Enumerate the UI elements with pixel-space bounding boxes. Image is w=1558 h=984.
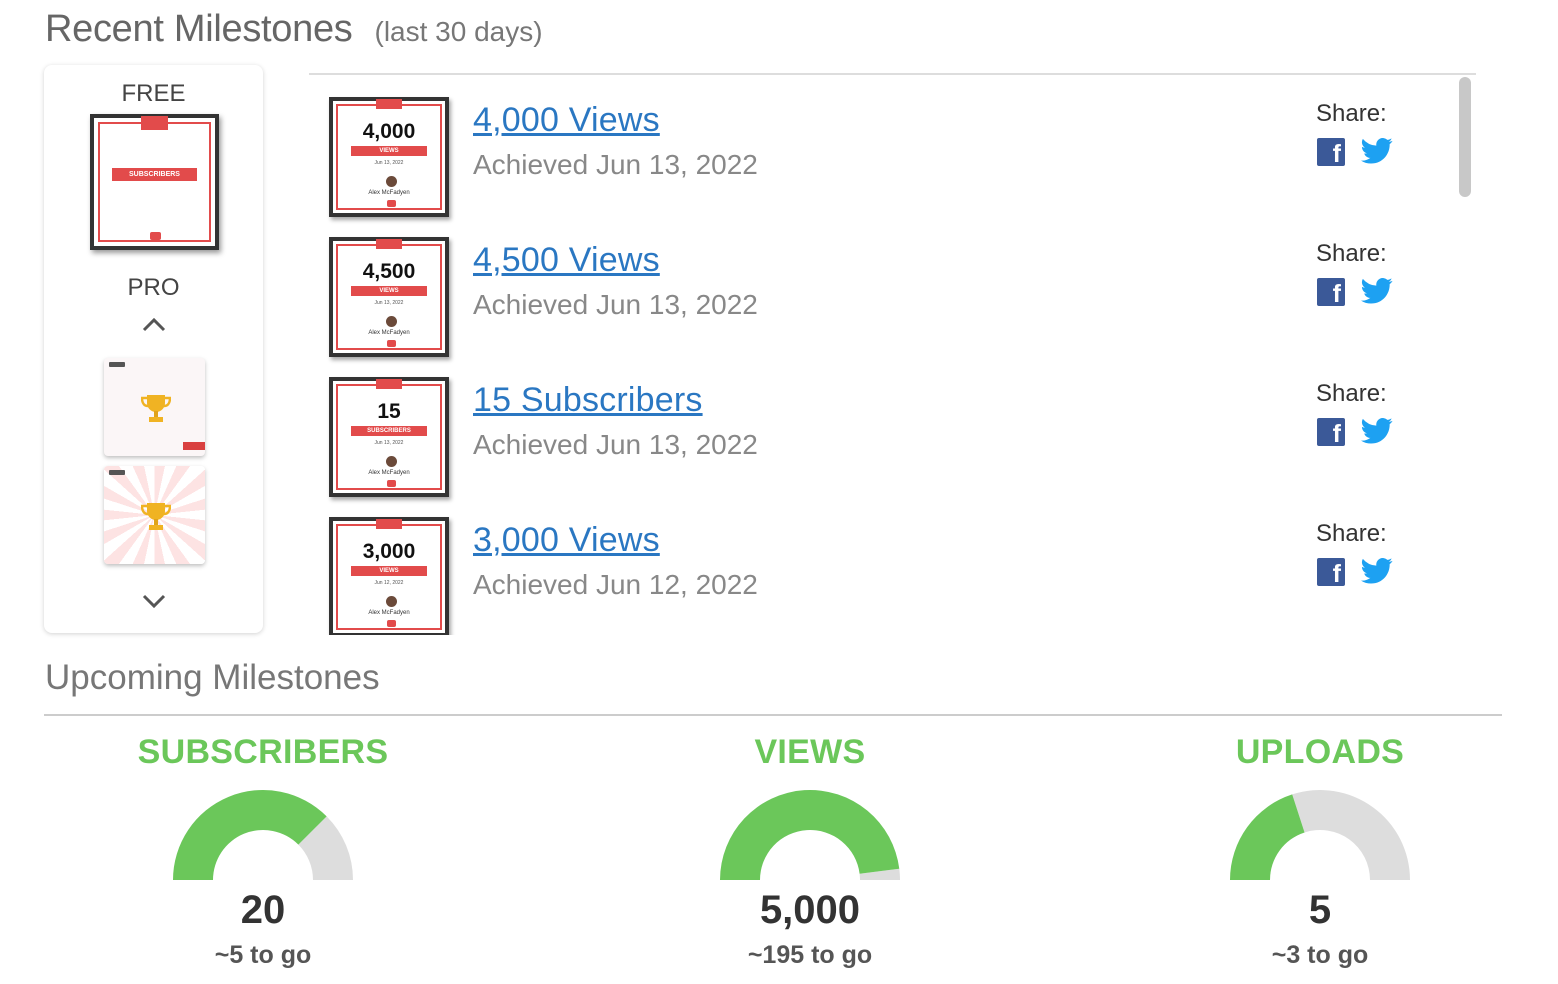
gauge-remaining: ~3 to go	[1271, 941, 1369, 969]
twitter-icon[interactable]	[1361, 277, 1393, 305]
badge-frame	[98, 122, 211, 242]
recent-milestones-header: Recent Milestones (last 30 days)	[45, 8, 543, 51]
gauge-label: SUBSCRIBERS	[137, 733, 389, 771]
gauge-progress-arc	[720, 789, 900, 880]
share-label: Share:	[1316, 100, 1387, 127]
youtube-icon	[150, 232, 161, 240]
milestone-achieved-date: Achieved Jun 13, 2022	[473, 429, 758, 460]
gauge-label: VIEWS	[754, 733, 866, 771]
list-scrollbar[interactable]	[1459, 77, 1471, 197]
gauge-dial	[173, 790, 353, 880]
youtube-icon	[387, 340, 396, 347]
recent-milestones-subtitle: (last 30 days)	[374, 16, 543, 47]
facebook-icon[interactable]: f	[1317, 138, 1345, 166]
milestone-title-link[interactable]: 3,000 Views	[473, 521, 660, 560]
milestone-row: 4,500 VIEWS Jun 13, 2022 Alex McFadyen 4…	[309, 215, 1476, 357]
trophy-icon	[140, 501, 172, 540]
milestone-badge-image[interactable]: 3,000 VIEWS Jun 12, 2022 Alex McFadyen	[329, 517, 449, 635]
recent-milestone-list: 4,000 VIEWS Jun 13, 2022 Alex McFadyen 4…	[309, 73, 1476, 635]
badge-top-flag	[141, 116, 168, 130]
badge-band: VIEWS	[351, 146, 427, 156]
youtube-icon	[387, 480, 396, 487]
milestone-title-link[interactable]: 4,500 Views	[473, 241, 660, 280]
badge-creator-name: Alex McFadyen	[368, 610, 410, 616]
badge-creator-name: Alex McFadyen	[368, 330, 410, 336]
gauge-target-value: 5,000	[759, 888, 861, 932]
facebook-icon[interactable]: f	[1317, 558, 1345, 586]
share-label: Share:	[1316, 380, 1387, 407]
twitter-icon[interactable]	[1361, 417, 1393, 445]
milestone-row: 15 SUBSCRIBERS Jun 13, 2022 Alex McFadye…	[309, 355, 1476, 497]
gauge-progress-arc	[173, 790, 327, 880]
badge-top-flag	[376, 239, 402, 249]
badge-number: 4,500	[362, 260, 416, 283]
badge-band: VIEWS	[351, 286, 427, 296]
badge-date: Jun 13, 2022	[374, 160, 404, 166]
template-sidebar: FREE SUBSCRIBERS PRO	[44, 65, 263, 633]
gauge-remaining-arc	[1292, 790, 1410, 880]
milestone-badge-image[interactable]: 4,000 VIEWS Jun 13, 2022 Alex McFadyen	[329, 97, 449, 217]
share-label: Share:	[1316, 520, 1387, 547]
milestone-row: 3,000 VIEWS Jun 12, 2022 Alex McFadyen 3…	[309, 495, 1476, 635]
avatar	[386, 316, 397, 327]
milestone-achieved-date: Achieved Jun 13, 2022	[473, 289, 758, 320]
gauge-dial	[720, 789, 900, 880]
trophy-icon	[140, 393, 172, 432]
badge-number: 3,000	[362, 540, 416, 563]
free-template-thumbnail[interactable]: SUBSCRIBERS	[90, 114, 219, 250]
subscribers-gauge: SUBSCRIBERS 20 ~5 to go	[103, 733, 423, 970]
youtube-logo-icon	[109, 362, 125, 367]
upcoming-milestones-title: Upcoming Milestones	[45, 658, 380, 697]
badge-number: 15	[377, 400, 401, 423]
milestone-title-link[interactable]: 15 Subscribers	[473, 381, 703, 420]
chevron-up-icon[interactable]	[44, 309, 263, 340]
free-label: FREE	[121, 80, 186, 107]
gauge-target-value: 5	[1308, 888, 1332, 932]
gauge-label: UPLOADS	[1235, 733, 1405, 771]
free-thumb-band: SUBSCRIBERS	[112, 168, 197, 181]
badge-date: Jun 12, 2022	[374, 580, 404, 586]
avatar	[386, 456, 397, 467]
avatar	[386, 596, 397, 607]
twitter-icon[interactable]	[1361, 557, 1393, 585]
badge-creator-name: Alex McFadyen	[368, 190, 410, 196]
badge-number: 4,000	[362, 120, 416, 143]
views-gauge: VIEWS 5,000 ~195 to go	[650, 733, 970, 970]
recent-milestones-title: Recent Milestones	[45, 8, 353, 50]
milestone-badge-image[interactable]: 15 SUBSCRIBERS Jun 13, 2022 Alex McFadye…	[329, 377, 449, 497]
avatar	[386, 176, 397, 187]
badge-date: Jun 13, 2022	[374, 440, 404, 446]
youtube-icon	[387, 200, 396, 207]
badge-creator-name: Alex McFadyen	[368, 470, 410, 476]
youtube-icon	[387, 620, 396, 627]
pro-template-thumbnail[interactable]	[104, 358, 205, 456]
milestone-achieved-date: Achieved Jun 13, 2022	[473, 149, 758, 180]
gauge-remaining: ~195 to go	[747, 941, 873, 969]
section-divider	[44, 714, 1502, 716]
youtube-logo-icon	[109, 470, 125, 475]
gauge-target-value: 20	[240, 888, 286, 932]
gauge-remaining: ~5 to go	[214, 941, 312, 969]
milestone-badge-image[interactable]: 4,500 VIEWS Jun 13, 2022 Alex McFadyen	[329, 237, 449, 357]
milestone-achieved-date: Achieved Jun 12, 2022	[473, 569, 758, 600]
pro-template-thumbnail[interactable]	[104, 466, 205, 564]
facebook-icon[interactable]: f	[1317, 278, 1345, 306]
twitter-icon[interactable]	[1361, 137, 1393, 165]
gauge-dial	[1230, 790, 1410, 880]
badge-top-flag	[376, 379, 402, 389]
share-label: Share:	[1316, 240, 1387, 267]
badge-top-flag	[376, 99, 402, 109]
badge-band: SUBSCRIBERS	[351, 426, 427, 436]
gauge-progress-arc	[1230, 794, 1305, 880]
pro-thumb-corner-tag	[183, 442, 205, 450]
badge-band: VIEWS	[351, 566, 427, 576]
uploads-gauge: UPLOADS 5 ~3 to go	[1160, 733, 1480, 970]
chevron-down-icon[interactable]	[44, 585, 263, 616]
pro-label: PRO	[127, 274, 180, 301]
badge-date: Jun 13, 2022	[374, 300, 404, 306]
facebook-icon[interactable]: f	[1317, 418, 1345, 446]
milestone-title-link[interactable]: 4,000 Views	[473, 101, 660, 140]
badge-top-flag	[376, 519, 402, 529]
milestone-row: 4,000 VIEWS Jun 13, 2022 Alex McFadyen 4…	[309, 75, 1476, 217]
